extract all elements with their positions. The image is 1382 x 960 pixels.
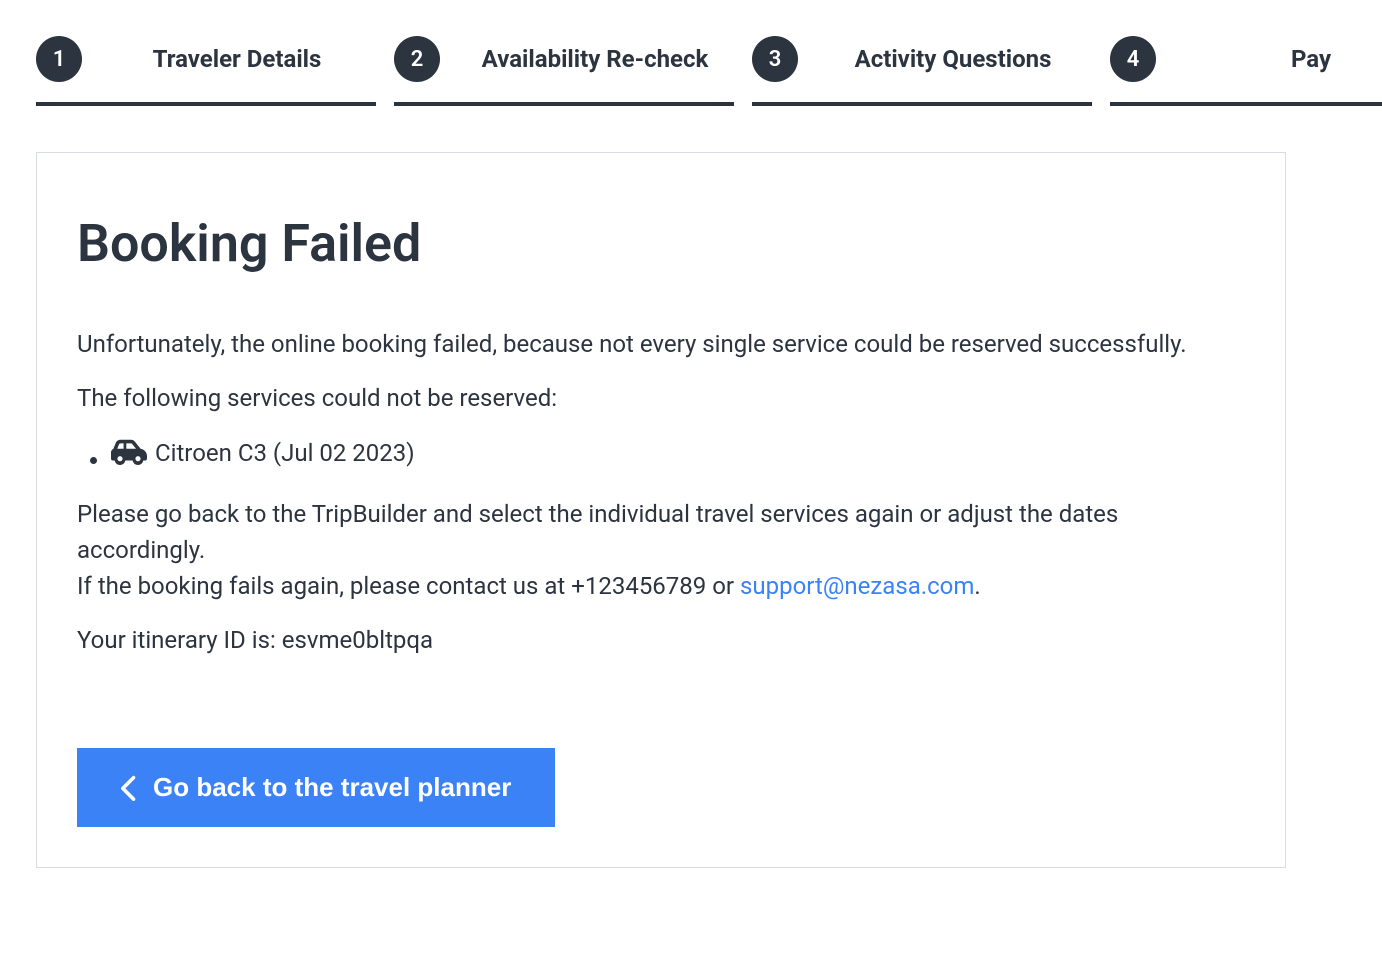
step-activity-questions[interactable]: 3 Activity Questions <box>752 36 1092 106</box>
page-title: Booking Failed <box>77 213 1245 274</box>
step-label: Activity Questions <box>814 45 1092 73</box>
step-number-badge: 2 <box>394 36 440 82</box>
support-email-link[interactable]: support@nezasa.com <box>740 572 974 600</box>
failed-service-text: Citroen C3 (Jul 02 2023) <box>155 434 415 472</box>
step-traveler-details[interactable]: 1 Traveler Details <box>36 36 376 106</box>
step-availability-recheck[interactable]: 2 Availability Re-check <box>394 36 734 106</box>
step-number-badge: 3 <box>752 36 798 82</box>
step-number-badge: 4 <box>1110 36 1156 82</box>
car-icon <box>111 438 147 468</box>
go-back-button-label: Go back to the travel planner <box>153 772 511 803</box>
itinerary-id-text: Your itinerary ID is: esvme0bltpqa <box>77 622 1245 658</box>
stepper: 1 Traveler Details 2 Availability Re-che… <box>0 0 1382 106</box>
step-number-badge: 1 <box>36 36 82 82</box>
services-intro-text: The following services could not be rese… <box>77 380 1245 416</box>
instructions-text: Please go back to the TripBuilder and se… <box>77 496 1245 604</box>
list-item: Citroen C3 (Jul 02 2023) <box>111 434 1245 478</box>
go-back-button[interactable]: Go back to the travel planner <box>77 748 555 827</box>
contact-phone: +123456789 <box>571 572 706 600</box>
step-payment[interactable]: 4 Pay <box>1110 36 1382 106</box>
step-label: Traveler Details <box>98 45 376 73</box>
chevron-left-icon <box>121 774 139 802</box>
intro-text: Unfortunately, the online booking failed… <box>77 326 1245 362</box>
step-label: Pay <box>1172 45 1382 73</box>
itinerary-id-value: esvme0bltpqa <box>282 626 433 654</box>
step-label: Availability Re-check <box>456 45 734 73</box>
failed-services-list: Citroen C3 (Jul 02 2023) <box>77 434 1245 478</box>
booking-failed-card: Booking Failed Unfortunately, the online… <box>36 152 1286 868</box>
